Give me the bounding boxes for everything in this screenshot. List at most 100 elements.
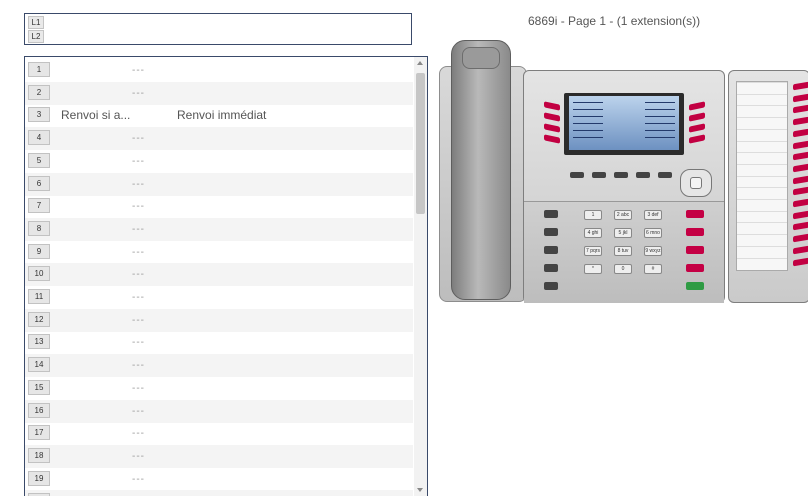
screen-line: [573, 123, 603, 124]
expansion-key[interactable]: [793, 221, 808, 231]
scrollbar-thumb[interactable]: [416, 73, 425, 214]
key-number-button[interactable]: 2: [28, 84, 50, 100]
dial-key[interactable]: *: [584, 264, 602, 274]
function-key[interactable]: [544, 282, 558, 290]
function-key[interactable]: [544, 264, 558, 272]
left-line-key[interactable]: [544, 123, 560, 133]
expansion-key[interactable]: [793, 186, 808, 196]
dial-key[interactable]: #: [644, 264, 662, 274]
key-row[interactable]: 16 ---: [25, 399, 413, 423]
speaker-key[interactable]: [686, 282, 704, 290]
dial-key[interactable]: 3 def: [644, 210, 662, 220]
expansion-key[interactable]: [793, 163, 808, 173]
expansion-key[interactable]: [793, 104, 808, 114]
expansion-key[interactable]: [793, 128, 808, 138]
key-number-button[interactable]: 15: [28, 379, 50, 395]
key-row[interactable]: 12 ---: [25, 308, 413, 332]
scroll-up-icon[interactable]: [417, 61, 423, 65]
key-row[interactable]: 15 ---: [25, 377, 413, 400]
dial-key[interactable]: 9 wxyz: [644, 246, 662, 256]
softkey[interactable]: [592, 172, 606, 178]
function-key[interactable]: [544, 210, 558, 218]
key-row[interactable]: 2 ---: [25, 81, 413, 105]
expansion-key[interactable]: [793, 175, 808, 185]
key-row[interactable]: 4 ---: [25, 127, 413, 151]
key-number-button[interactable]: 11: [28, 289, 50, 304]
nav-cluster-icon[interactable]: [680, 169, 712, 197]
expansion-key[interactable]: [793, 140, 808, 149]
screen-line: [645, 109, 675, 110]
right-line-key[interactable]: [689, 123, 705, 133]
key-number-button[interactable]: 16: [28, 402, 50, 418]
key-row[interactable]: 19 ---: [25, 468, 413, 491]
key-row[interactable]: 10 ---: [25, 263, 413, 287]
expansion-key[interactable]: [793, 245, 808, 255]
red-feature-key[interactable]: [686, 228, 704, 236]
left-line-key[interactable]: [544, 112, 560, 122]
expansion-key[interactable]: [793, 93, 808, 103]
line-key-l1[interactable]: L1: [28, 16, 44, 29]
key-row[interactable]: 13 ---: [25, 331, 413, 354]
expansion-label-line: [737, 163, 787, 165]
key-row[interactable]: 5 ---: [25, 150, 413, 173]
key-row[interactable]: 6 ---: [25, 172, 413, 196]
left-line-key[interactable]: [544, 101, 560, 111]
red-feature-key[interactable]: [686, 246, 704, 254]
key-number-button[interactable]: 5: [28, 152, 50, 168]
key-number-button[interactable]: 7: [28, 198, 50, 214]
key-number-button[interactable]: 10: [28, 266, 50, 282]
dial-key[interactable]: 4 ghi: [584, 228, 602, 238]
key-row[interactable]: 3 Renvoi si a... Renvoi immédiat: [25, 104, 413, 127]
key-row[interactable]: 9 ---: [25, 241, 413, 264]
key-row[interactable]: 14 ---: [25, 354, 413, 378]
key-row[interactable]: 7 ---: [25, 195, 413, 218]
softkey[interactable]: [570, 172, 584, 178]
key-row[interactable]: 11 ---: [25, 286, 413, 309]
right-line-key[interactable]: [689, 101, 705, 111]
softkey[interactable]: [658, 172, 672, 178]
expansion-key[interactable]: [793, 257, 808, 266]
softkey[interactable]: [614, 172, 628, 178]
expansion-key[interactable]: [793, 210, 808, 220]
dial-key[interactable]: 7 pqrs: [584, 246, 602, 256]
dial-key[interactable]: 1: [584, 210, 602, 220]
key-number-button[interactable]: 13: [28, 334, 50, 350]
dial-key[interactable]: 8 tuv: [614, 246, 632, 256]
expansion-key[interactable]: [793, 233, 808, 243]
expansion-key[interactable]: [793, 81, 808, 91]
right-line-key[interactable]: [689, 112, 705, 122]
dial-key[interactable]: 2 abc: [614, 210, 632, 220]
key-number-button[interactable]: 17: [28, 425, 50, 441]
key-row[interactable]: 18 ---: [25, 444, 413, 468]
red-feature-key[interactable]: [686, 210, 704, 218]
key-row[interactable]: 17 ---: [25, 422, 413, 445]
key-number-button[interactable]: 18: [28, 447, 50, 463]
scrollbar[interactable]: [414, 57, 427, 496]
expansion-key[interactable]: [793, 198, 808, 208]
scroll-down-icon[interactable]: [417, 488, 423, 492]
key-number-button[interactable]: 12: [28, 311, 50, 327]
dial-key[interactable]: 5 jkl: [614, 228, 632, 238]
key-row[interactable]: 20: [25, 490, 413, 496]
expansion-key[interactable]: [793, 116, 808, 126]
function-key[interactable]: [544, 228, 558, 236]
line-key-l2[interactable]: L2: [28, 30, 44, 43]
key-number-button[interactable]: 1: [28, 62, 50, 77]
key-number-button[interactable]: 3: [28, 107, 50, 123]
key-row[interactable]: 8 ---: [25, 217, 413, 241]
red-feature-key[interactable]: [686, 264, 704, 272]
dial-key[interactable]: 0: [614, 264, 632, 274]
expansion-key[interactable]: [793, 151, 808, 161]
key-number-button[interactable]: 19: [28, 470, 50, 486]
left-line-key[interactable]: [544, 134, 560, 144]
key-number-button[interactable]: 6: [28, 175, 50, 191]
key-number-button[interactable]: 9: [28, 243, 50, 259]
key-row[interactable]: 1 ---: [25, 59, 413, 82]
softkey[interactable]: [636, 172, 650, 178]
dial-key[interactable]: 6 mno: [644, 228, 662, 238]
function-key[interactable]: [544, 246, 558, 254]
key-number-button[interactable]: 14: [28, 357, 50, 373]
right-line-key[interactable]: [689, 134, 705, 144]
key-number-button[interactable]: 4: [28, 130, 50, 146]
key-number-button[interactable]: 8: [28, 220, 50, 236]
